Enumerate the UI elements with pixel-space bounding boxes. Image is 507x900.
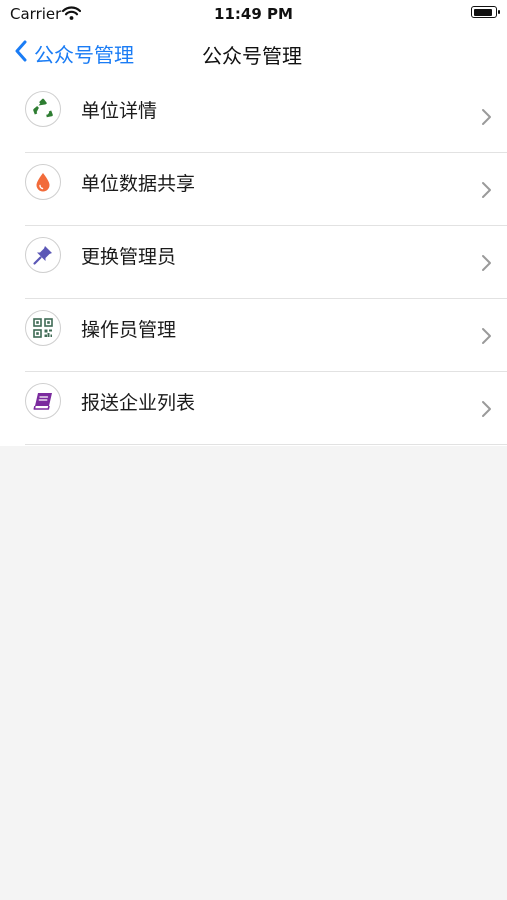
menu-item-change-administrator[interactable]: 更换管理员 — [0, 226, 507, 299]
pushpin-icon — [25, 237, 61, 273]
qr-code-icon — [25, 310, 61, 346]
menu-item-label: 单位数据共享 — [81, 173, 196, 195]
recycle-icon — [25, 91, 61, 127]
navigation-bar: 公众号管理 公众号管理 — [0, 28, 507, 80]
menu-item-label: 单位详情 — [81, 100, 158, 122]
chevron-right-icon — [481, 254, 492, 276]
chevron-right-icon — [481, 400, 492, 422]
book-icon — [25, 383, 61, 419]
menu-item-label: 报送企业列表 — [81, 392, 196, 414]
status-bar: Carrier 11:49 PM — [0, 0, 507, 28]
droplet-icon — [25, 164, 61, 200]
back-label: 公众号管理 — [34, 42, 134, 67]
row-divider — [25, 444, 507, 445]
menu-item-reporting-enterprise-list[interactable]: 报送企业列表 — [0, 372, 507, 445]
menu-item-operator-management[interactable]: 操作员管理 — [0, 299, 507, 372]
menu-list: 单位详情 单位数据共享 更换管理员 操作员管理 报送企业列表 — [0, 80, 507, 446]
menu-item-unit-details[interactable]: 单位详情 — [0, 80, 507, 153]
page-title: 公众号管理 — [202, 44, 302, 68]
chevron-right-icon — [481, 327, 492, 349]
menu-item-label: 更换管理员 — [81, 246, 177, 268]
chevron-right-icon — [481, 108, 492, 130]
chevron-right-icon — [481, 181, 492, 203]
menu-item-unit-data-sharing[interactable]: 单位数据共享 — [0, 153, 507, 226]
back-button[interactable]: 公众号管理 — [14, 38, 134, 68]
battery-icon — [471, 6, 500, 18]
menu-item-label: 操作员管理 — [81, 319, 177, 341]
clock: 11:49 PM — [214, 5, 293, 23]
chevron-left-icon — [14, 40, 27, 66]
